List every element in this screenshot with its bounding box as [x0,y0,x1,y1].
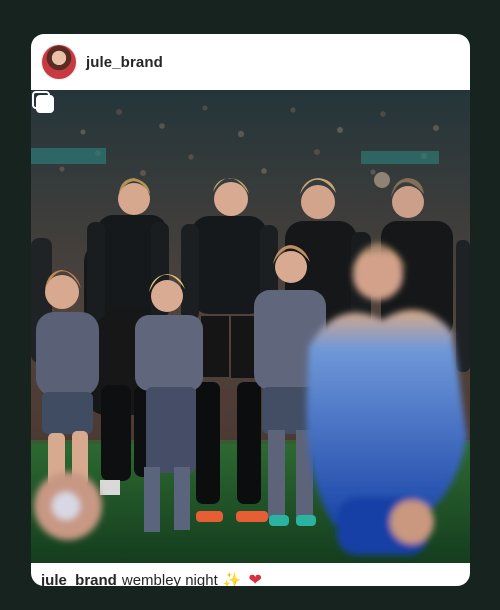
caption-username[interactable]: jule_brand [41,572,117,587]
post-photo[interactable] [31,90,470,563]
stadium-team-photo [31,90,470,563]
post-username[interactable]: jule_brand [86,54,163,71]
multiple-images-icon [32,91,54,113]
heart-icon: ❤ [248,572,262,586]
players [31,177,470,555]
blurred-left-foreground [34,472,102,540]
post-caption: jule_brand wembley night ✨ ❤ [41,555,461,587]
post-header: jule_brand [31,34,470,90]
instagram-post-card: jule_brand jule_brand wembley night ✨ ❤ [31,34,470,586]
caption-text: wembley night [121,571,218,587]
profile-avatar[interactable] [42,45,76,79]
sparkles-icon: ✨ [222,572,242,586]
